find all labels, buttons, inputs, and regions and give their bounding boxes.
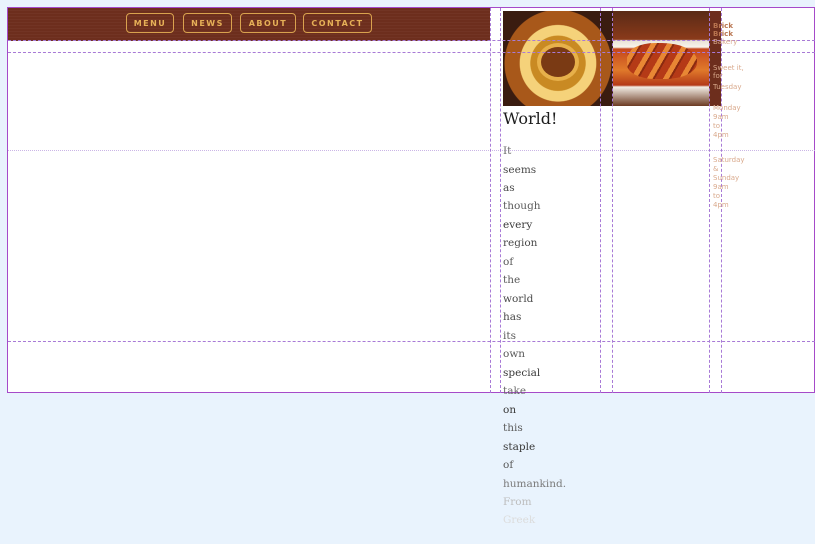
article-word: world bbox=[503, 293, 534, 305]
nav-about-button[interactable]: ABOUT bbox=[240, 13, 296, 33]
article-word: the bbox=[503, 274, 521, 286]
guide-line bbox=[709, 8, 710, 393]
sidebar-text: & bbox=[713, 165, 719, 173]
sidebar-text: Saturday bbox=[713, 156, 745, 164]
guide-line bbox=[500, 8, 501, 393]
article-word: special bbox=[503, 367, 541, 379]
nav-contact-button[interactable]: CONTACT bbox=[303, 13, 372, 33]
article-word: take bbox=[503, 385, 527, 397]
article-word: though bbox=[503, 200, 541, 212]
sidebar-text: 4pm bbox=[713, 131, 729, 139]
article-word: this bbox=[503, 422, 523, 434]
sidebar-text: Monday bbox=[713, 104, 741, 112]
sidebar-text: Bakery bbox=[713, 38, 738, 46]
bread-roll-shape bbox=[627, 43, 697, 79]
sidebar-text: 9am bbox=[713, 183, 729, 191]
article-word: own bbox=[503, 348, 526, 360]
sidebar-text: Brick bbox=[713, 22, 733, 30]
guide-line bbox=[490, 8, 491, 393]
guide-line bbox=[600, 8, 601, 393]
article-word: Greek bbox=[503, 514, 536, 526]
article-word: as bbox=[503, 182, 515, 194]
sidebar-text: Tuesday bbox=[713, 83, 742, 91]
guide-line bbox=[8, 341, 815, 342]
article-heading: World! bbox=[503, 109, 558, 128]
sidebar-text: to bbox=[713, 192, 721, 200]
nav-menu-button[interactable]: MENU bbox=[126, 13, 174, 33]
article-word: its bbox=[503, 330, 516, 342]
article-word: staple bbox=[503, 441, 536, 453]
guide-line bbox=[8, 150, 815, 151]
guide-line bbox=[8, 52, 815, 53]
article-word: of bbox=[503, 256, 514, 268]
article-word: humankind. bbox=[503, 478, 567, 490]
food-photo-pastry bbox=[503, 11, 613, 106]
article-word: every bbox=[503, 219, 533, 231]
article-word: region bbox=[503, 237, 538, 249]
article-word: has bbox=[503, 311, 522, 323]
article-word: on bbox=[503, 404, 517, 416]
food-photo-bread bbox=[613, 11, 709, 106]
guide-line bbox=[8, 40, 815, 41]
sidebar-text: to bbox=[713, 122, 721, 130]
nav-news-button[interactable]: NEWS bbox=[183, 13, 232, 33]
article-word: It bbox=[503, 145, 512, 157]
sidebar-text: Sweet it, bbox=[713, 64, 744, 72]
article-word: seems bbox=[503, 164, 537, 176]
sidebar-text: for bbox=[713, 72, 723, 80]
sidebar-text: 9am bbox=[713, 113, 729, 121]
sidebar-text: Sunday bbox=[713, 174, 740, 182]
sidebar-text: Brick bbox=[713, 30, 733, 38]
guide-line bbox=[612, 8, 613, 393]
article-word: From bbox=[503, 496, 532, 508]
article-word: of bbox=[503, 459, 514, 471]
sidebar-text: 4pm bbox=[713, 201, 729, 209]
